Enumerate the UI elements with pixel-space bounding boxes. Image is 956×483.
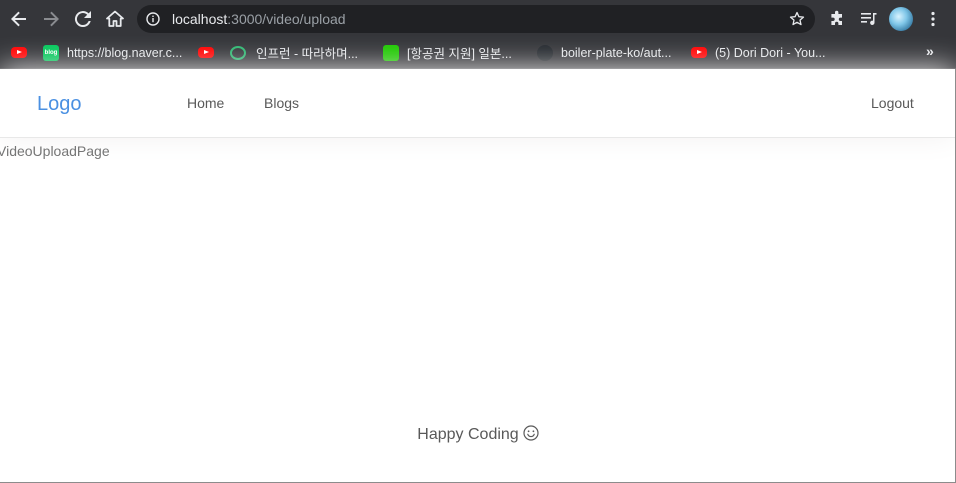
footer-text: Happy Coding xyxy=(417,426,519,443)
bookmark-2[interactable]: blog https://blog.naver.c... xyxy=(43,37,182,68)
bookmarks-bar: blog https://blog.naver.c... 인프런 - 따라하며.… xyxy=(0,37,956,69)
page-title: VideoUploadPage xyxy=(0,143,110,159)
nav-item-blogs[interactable]: Blogs xyxy=(264,95,299,111)
github-icon xyxy=(537,44,553,61)
address-bar[interactable]: localhost:3000/video/upload xyxy=(137,5,815,33)
youtube-icon xyxy=(691,47,707,58)
profile-avatar[interactable] xyxy=(889,7,913,31)
bookmark-label: boiler-plate-ko/aut... xyxy=(561,45,672,60)
url-path: :3000/video/upload xyxy=(227,11,346,27)
extensions-button[interactable] xyxy=(824,6,850,32)
browser-toolbar: localhost:3000/video/upload xyxy=(0,0,956,37)
bookmark-7[interactable]: (5) Dori Dori - You... xyxy=(691,37,825,68)
logout-link[interactable]: Logout xyxy=(871,95,914,111)
youtube-icon xyxy=(11,47,27,58)
bookmark-1[interactable] xyxy=(11,37,35,68)
bookmarks-overflow-button[interactable]: » xyxy=(926,37,934,68)
arrow-right-icon xyxy=(44,11,59,27)
page-viewport: Logo Home Blogs Logout VideoUploadPage H… xyxy=(0,69,956,483)
arrow-left-icon xyxy=(11,11,26,27)
back-button[interactable] xyxy=(6,6,32,32)
youtube-icon xyxy=(198,47,214,58)
green-app-icon xyxy=(383,44,399,61)
kebab-menu-icon xyxy=(931,11,935,27)
star-icon[interactable] xyxy=(789,11,805,27)
navbar: Logo Home Blogs Logout xyxy=(0,69,956,138)
url-host: localhost xyxy=(172,11,228,27)
info-icon[interactable] xyxy=(146,12,160,26)
forward-button[interactable] xyxy=(38,6,64,32)
reload-button[interactable] xyxy=(70,6,96,32)
bookmark-6[interactable]: boiler-plate-ko/aut... xyxy=(537,37,671,68)
playlist-icon xyxy=(861,13,877,25)
nav-item-home[interactable]: Home xyxy=(187,95,224,111)
bookmark-4[interactable]: 인프런 - 따라하며... xyxy=(230,37,358,68)
bookmark-label: (5) Dori Dori - You... xyxy=(715,45,826,60)
address-url: localhost:3000/video/upload xyxy=(172,5,346,33)
home-icon xyxy=(106,10,124,27)
inflearn-icon xyxy=(230,45,246,60)
smile-icon xyxy=(523,425,539,441)
bookmark-5[interactable]: [항공권 지원] 일본... xyxy=(383,37,512,68)
menu-button[interactable] xyxy=(920,6,946,32)
puzzle-icon xyxy=(831,10,842,25)
bookmark-label: [항공권 지원] 일본... xyxy=(407,47,512,61)
reload-icon xyxy=(74,11,91,28)
bookmark-label: 인프런 - 따라하며... xyxy=(256,47,359,61)
home-button[interactable] xyxy=(102,6,128,32)
footer: Happy Coding xyxy=(0,425,956,444)
bookmark-label: https://blog.naver.c... xyxy=(67,45,183,60)
bookmark-3[interactable] xyxy=(198,37,222,68)
logo[interactable]: Logo xyxy=(37,93,82,116)
naver-blog-icon: blog xyxy=(43,44,59,61)
media-button[interactable] xyxy=(856,6,882,32)
